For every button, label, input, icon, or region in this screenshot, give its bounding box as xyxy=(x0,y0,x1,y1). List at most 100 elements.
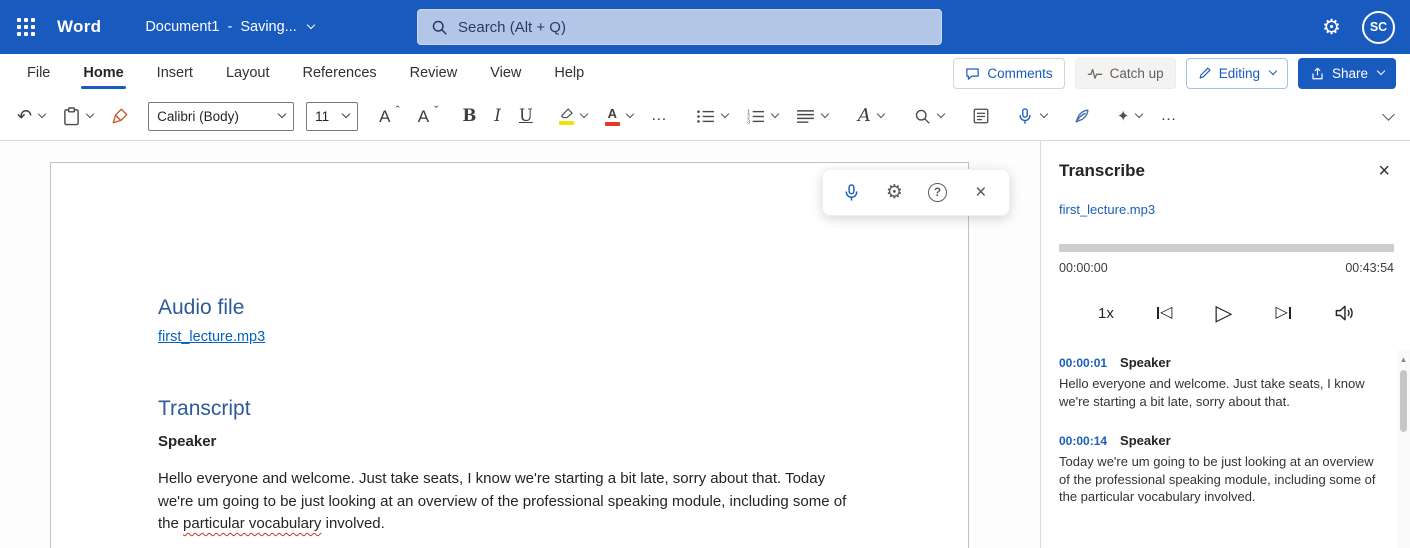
immersive-reader-button[interactable] xyxy=(969,100,993,132)
app-launcher-icon[interactable] xyxy=(17,18,35,36)
styles-button[interactable]: A xyxy=(855,100,887,132)
catch-up-label: Catch up xyxy=(1110,66,1164,81)
playback-controls: 1x ◁ ▷ ▷ xyxy=(1059,302,1394,324)
skip-forward-button[interactable]: ▷ xyxy=(1276,305,1291,321)
tab-insert[interactable]: Insert xyxy=(157,54,193,92)
document-save-status: Saving... xyxy=(240,19,296,35)
underline-button[interactable]: U xyxy=(516,100,536,132)
audio-total-time: 00:43:54 xyxy=(1345,261,1394,275)
scroll-up-arrow-icon[interactable]: ▲ xyxy=(1400,356,1408,364)
search-input[interactable] xyxy=(458,19,928,36)
undo-button[interactable]: ↶ xyxy=(14,100,48,132)
bulleted-list-icon xyxy=(696,109,715,124)
entry-speaker: Speaker xyxy=(1120,355,1171,370)
dictate-mic-button[interactable] xyxy=(836,178,866,208)
doc-heading-audio-file: Audio file xyxy=(158,295,863,321)
chevron-down-icon xyxy=(821,110,829,118)
chevron-down-icon xyxy=(721,110,729,118)
ribbon-toolbar: ↶ Calibri (Body) 11 A ˆ A ˇ B xyxy=(0,92,1410,141)
more-commands-button[interactable]: … xyxy=(1157,100,1180,132)
grow-font-button[interactable]: A ˆ xyxy=(376,100,403,132)
app-name[interactable]: Word xyxy=(57,17,101,37)
settings-gear-icon[interactable]: ⚙ xyxy=(1322,17,1341,38)
search-icon xyxy=(914,108,931,125)
svg-text:3: 3 xyxy=(747,119,750,124)
bullets-button[interactable] xyxy=(693,100,731,132)
entry-text: Hello everyone and welcome. Just take se… xyxy=(1059,375,1381,410)
shrink-font-button[interactable]: A ˇ xyxy=(415,100,442,132)
chevron-down-icon xyxy=(1269,67,1277,75)
highlighter-icon xyxy=(559,108,574,125)
tab-view[interactable]: View xyxy=(490,54,521,92)
bold-button[interactable]: B xyxy=(459,100,479,132)
transcribe-file-link[interactable]: first_lecture.mp3 xyxy=(1059,202,1155,217)
font-color-button[interactable]: A xyxy=(602,100,636,132)
ellipsis-icon: … xyxy=(651,108,668,124)
share-button[interactable]: Share xyxy=(1298,58,1396,89)
copilot-button[interactable]: ✦ xyxy=(1114,100,1146,132)
ellipsis-icon: … xyxy=(1160,108,1177,124)
audio-times: 00:00:00 00:43:54 xyxy=(1059,261,1394,275)
dictation-floating-toolbar: ⚙ ? × xyxy=(822,169,1010,216)
transcript-entry[interactable]: 00:00:14 Speaker Today we're um going to… xyxy=(1059,433,1386,506)
chevron-down-icon xyxy=(1382,108,1395,121)
chevron-down-icon xyxy=(580,110,588,118)
tab-home[interactable]: Home xyxy=(83,54,123,92)
tab-layout[interactable]: Layout xyxy=(226,54,270,92)
paste-button[interactable] xyxy=(60,100,96,132)
comments-button[interactable]: Comments xyxy=(953,58,1064,89)
transcribe-title: Transcribe xyxy=(1059,161,1145,181)
dictate-button[interactable] xyxy=(1013,100,1050,132)
volume-button[interactable] xyxy=(1334,304,1355,322)
microphone-icon xyxy=(1016,106,1034,126)
play-button[interactable]: ▷ xyxy=(1215,302,1232,324)
line-spacing-button[interactable] xyxy=(793,100,831,132)
tab-file[interactable]: File xyxy=(27,54,50,92)
document-page[interactable]: Audio file first_lecture.mp3 Transcript … xyxy=(50,162,969,548)
skip-back-button[interactable]: ◁ xyxy=(1157,305,1172,321)
caret-up-icon: ˆ xyxy=(395,104,399,117)
editor-button[interactable] xyxy=(1070,100,1094,132)
dictation-settings-button[interactable]: ⚙ xyxy=(879,178,909,208)
entry-timestamp: 00:00:01 xyxy=(1059,356,1107,370)
chevron-down-icon xyxy=(877,110,885,118)
find-button[interactable] xyxy=(911,100,947,132)
transcript-entry[interactable]: 00:00:01 Speaker Hello everyone and welc… xyxy=(1059,355,1386,410)
document-title[interactable]: Document1 - Saving... xyxy=(145,19,313,35)
search-box[interactable] xyxy=(417,9,942,45)
tab-references[interactable]: References xyxy=(302,54,376,92)
close-icon[interactable]: × xyxy=(1378,161,1390,181)
numbering-button[interactable]: 123 xyxy=(743,100,781,132)
audio-progress-bar[interactable] xyxy=(1059,244,1394,252)
ribbon-collapse-button[interactable] xyxy=(1378,100,1396,132)
transcript-scrollbar[interactable]: ▲ xyxy=(1397,350,1410,548)
text-highlight-button[interactable] xyxy=(556,100,590,132)
font-name-value: Calibri (Body) xyxy=(157,109,239,124)
microphone-icon xyxy=(842,182,861,203)
editing-mode-button[interactable]: Editing xyxy=(1186,58,1288,89)
scrollbar-thumb[interactable] xyxy=(1400,370,1407,432)
entry-text: Today we're um going to be just looking … xyxy=(1059,453,1381,506)
chevron-down-icon xyxy=(278,110,286,118)
font-size-select[interactable]: 11 xyxy=(306,102,358,131)
italic-button[interactable]: I xyxy=(491,100,504,132)
chevron-down-icon xyxy=(937,110,945,118)
font-name-select[interactable]: Calibri (Body) xyxy=(148,102,294,131)
transcribe-panel-header: Transcribe × xyxy=(1059,161,1394,181)
chevron-down-icon xyxy=(1040,110,1048,118)
share-icon xyxy=(1310,66,1325,81)
avatar[interactable]: SC xyxy=(1362,11,1395,44)
dictation-help-button[interactable]: ? xyxy=(923,178,953,208)
doc-audio-file-link[interactable]: first_lecture.mp3 xyxy=(158,329,265,345)
font-size-value: 11 xyxy=(315,109,329,124)
format-painter-button[interactable] xyxy=(108,100,132,132)
tab-review[interactable]: Review xyxy=(410,54,458,92)
menubar-actions: Comments Catch up Editing Share xyxy=(953,58,1396,89)
catch-up-button[interactable]: Catch up xyxy=(1075,58,1176,89)
playback-speed-button[interactable]: 1x xyxy=(1098,305,1114,322)
entry-speaker: Speaker xyxy=(1120,433,1171,448)
tab-help[interactable]: Help xyxy=(554,54,584,92)
chevron-down-icon xyxy=(38,110,46,118)
more-font-options-button[interactable]: … xyxy=(648,100,671,132)
dictation-close-button[interactable]: × xyxy=(966,178,996,208)
